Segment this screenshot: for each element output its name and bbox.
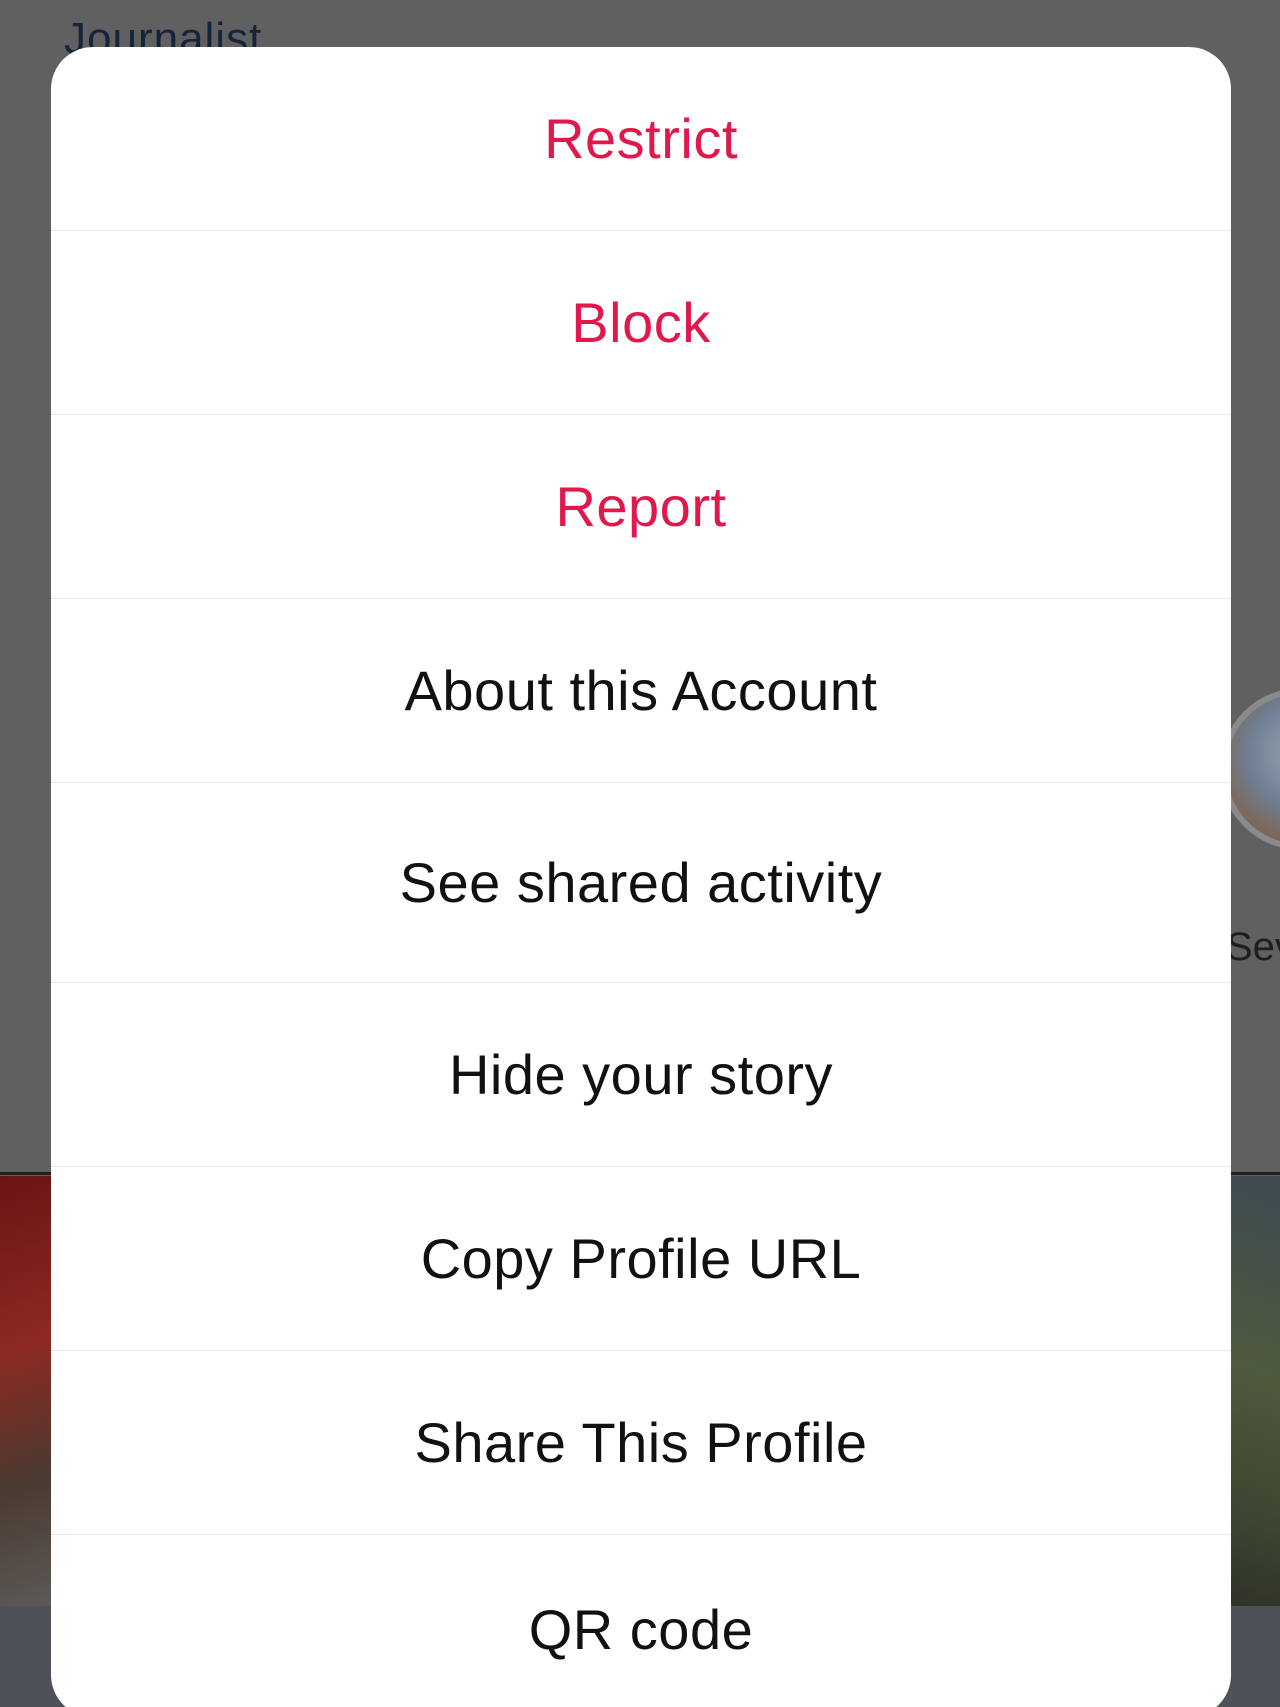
see-shared-activity-button[interactable]: See shared activity [51, 783, 1231, 983]
restrict-label: Restrict [544, 107, 738, 170]
about-account-label: About this Account [404, 659, 878, 722]
hide-story-button[interactable]: Hide your story [51, 983, 1231, 1167]
qr-code-button[interactable]: QR code [51, 1535, 1231, 1707]
report-label: Report [555, 475, 727, 538]
copy-profile-url-label: Copy Profile URL [420, 1227, 862, 1290]
see-shared-activity-label: See shared activity [399, 851, 883, 914]
report-button[interactable]: Report [51, 415, 1231, 599]
block-label: Block [571, 291, 711, 354]
profile-screen: Journalist Sev Restrict Block Report Abo… [0, 0, 1280, 1707]
share-profile-button[interactable]: Share This Profile [51, 1351, 1231, 1535]
hide-story-label: Hide your story [448, 1043, 834, 1106]
block-button[interactable]: Block [51, 231, 1231, 415]
restrict-button[interactable]: Restrict [51, 47, 1231, 231]
story-highlight-label: Sev [1226, 925, 1280, 969]
share-profile-label: Share This Profile [414, 1411, 868, 1474]
copy-profile-url-button[interactable]: Copy Profile URL [51, 1167, 1231, 1351]
qr-code-label: QR code [528, 1597, 754, 1661]
grid-photo-right [1228, 1176, 1280, 1606]
about-account-button[interactable]: About this Account [51, 599, 1231, 783]
profile-options-sheet: Restrict Block Report About this Account… [51, 47, 1231, 1707]
